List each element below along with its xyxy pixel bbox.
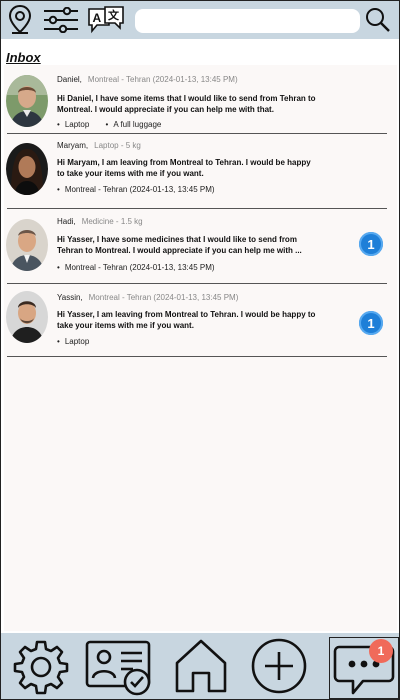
svg-text:A: A (93, 11, 102, 25)
sender-name: Daniel, (57, 75, 82, 84)
avatar (6, 291, 48, 343)
translate-icon[interactable]: A 文 (87, 5, 125, 35)
message-text: Hi Maryam, I am leaving from Montreal to… (57, 158, 311, 178)
sender-name: Hadi, (57, 217, 76, 226)
sender-name: Yassin, (57, 293, 83, 302)
bullet-item: A full luggage (106, 120, 162, 129)
divider (7, 208, 387, 209)
avatar (6, 219, 48, 271)
item-list: Laptop A full luggage (57, 120, 175, 129)
message-meta: Daniel, Montreal - Tehran (2024-01-13, 13… (57, 75, 238, 84)
trip-info: Montreal - Tehran (2024-01-13, 13:45 PM) (87, 75, 238, 84)
bullet-item: Laptop (57, 337, 89, 346)
message-item-daniel[interactable]: Daniel, Montreal - Tehran (2024-01-13, 13… (4, 65, 384, 135)
search-box[interactable] (135, 9, 360, 33)
location-pin-icon[interactable] (7, 4, 33, 36)
message-meta: Yassin, Montreal - Tehran (2024-01-13, 13… (57, 293, 238, 302)
search-input[interactable] (135, 9, 360, 33)
message-item-maryam[interactable]: Maryam, Laptop - 5 kg Hi Maryam, I am lea… (4, 137, 384, 207)
avatar (6, 75, 48, 127)
divider (7, 133, 387, 134)
settings-gear-icon[interactable] (13, 639, 69, 695)
message-meta: Maryam, Laptop - 5 kg (57, 141, 141, 150)
filter-sliders-icon[interactable] (43, 7, 79, 33)
item-info: Medicine - 1.5 kg (81, 217, 143, 226)
message-text: Hi Yasser, I have some medicines that I … (57, 235, 302, 255)
divider (7, 356, 387, 357)
app-frame: A 文 Inbox Daniel, Montreal - Tehran (202… (0, 0, 400, 700)
message-item-yassin[interactable]: Yassin, Montreal - Tehran (2024-01-13, 13… (4, 287, 384, 357)
bottom-nav-bar (1, 633, 399, 699)
divider (7, 283, 387, 284)
item-list: Montreal - Tehran (2024-01-13, 13:45 PM) (57, 185, 229, 194)
chat-notification-badge: 1 (369, 639, 393, 663)
sender-name: Maryam, (57, 141, 89, 150)
add-circle-icon[interactable] (250, 637, 308, 695)
search-icon[interactable] (365, 7, 391, 33)
message-meta: Hadi, Medicine - 1.5 kg (57, 217, 143, 226)
trip-info: Montreal - Tehran (2024-01-13, 13:45 PM) (88, 293, 239, 302)
bullet-item: Laptop (57, 120, 89, 129)
message-list: Daniel, Montreal - Tehran (2024-01-13, 13… (4, 65, 397, 631)
bullet-item: Montreal - Tehran (2024-01-13, 13:45 PM) (57, 185, 215, 194)
message-text: Hi Yasser, I am leaving from Montreal to… (57, 310, 316, 330)
message-item-hadi[interactable]: Hadi, Medicine - 1.5 kg Hi Yasser, I have… (4, 213, 384, 283)
unread-badge: 1 (359, 311, 383, 335)
home-icon[interactable] (173, 637, 229, 695)
item-info: Laptop - 5 kg (94, 141, 141, 150)
unread-badge: 1 (359, 232, 383, 256)
message-text: Hi Daniel, I have some items that I woul… (57, 94, 316, 114)
top-bar: A 文 (1, 1, 399, 39)
bullet-item: Montreal - Tehran (2024-01-13, 13:45 PM) (57, 263, 215, 272)
item-list: Laptop (57, 337, 103, 346)
id-card-check-icon[interactable] (85, 640, 153, 696)
item-list: Montreal - Tehran (2024-01-13, 13:45 PM) (57, 263, 229, 272)
avatar (6, 143, 48, 195)
inbox-title: Inbox (6, 50, 41, 65)
svg-text:文: 文 (108, 8, 120, 22)
